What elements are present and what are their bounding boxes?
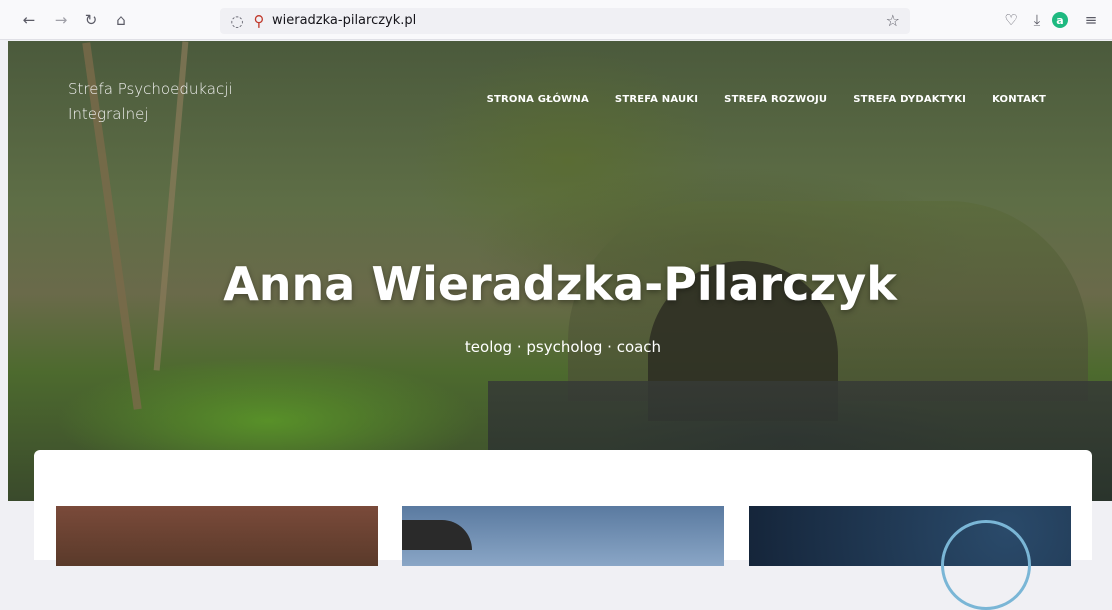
nav-item-science[interactable]: STREFA NAUKI	[615, 94, 698, 105]
browser-toolbar: ← → ↻ ⌂ ◌ ⚲ wieradzka-pilarczyk.pl ☆ ♡ ⤓…	[0, 0, 1112, 40]
account-icon[interactable]: a	[1052, 12, 1068, 28]
forward-arrow-icon[interactable]: →	[50, 9, 72, 31]
url-bar[interactable]: ◌ ⚲ wieradzka-pilarczyk.pl ☆	[220, 8, 910, 34]
site-logo-line1: Strefa Psychoedukacji	[68, 80, 233, 98]
menu-icon[interactable]: ≡	[1080, 9, 1102, 31]
home-icon[interactable]: ⌂	[110, 9, 132, 31]
nav-item-didactics[interactable]: STREFA DYDAKTYKI	[853, 94, 966, 105]
nav-item-contact[interactable]: KONTAKT	[992, 94, 1046, 105]
site-logo-line2: Integralnej	[68, 105, 149, 123]
thumbnail-ring	[941, 520, 1031, 610]
thumbnail-rock	[402, 520, 472, 550]
site-logo[interactable]: Strefa Psychoedukacji Integralnej	[68, 77, 233, 127]
hero-title: Anna Wieradzka-Pilarczyk	[223, 257, 897, 311]
post-thumbnail[interactable]	[402, 506, 724, 566]
shield-icon[interactable]: ◌	[226, 10, 248, 32]
nav-item-development[interactable]: STREFA ROZWOJU	[724, 94, 827, 105]
pocket-icon[interactable]: ♡	[1000, 9, 1022, 31]
nav-item-home[interactable]: STRONA GŁÓWNA	[487, 94, 589, 105]
bookmark-star-icon[interactable]: ☆	[886, 11, 900, 30]
url-text[interactable]: wieradzka-pilarczyk.pl	[272, 13, 416, 28]
hero-subtitle: teolog · psycholog · coach	[464, 338, 662, 356]
back-arrow-icon[interactable]: ←	[18, 9, 40, 31]
post-thumbnail[interactable]	[749, 506, 1071, 610]
hero-section: Strefa Psychoedukacji Integralnej STRONA…	[8, 41, 1112, 501]
reload-icon[interactable]: ↻	[80, 9, 102, 31]
content-card	[34, 450, 1092, 610]
post-thumbnail[interactable]	[56, 506, 378, 566]
download-icon[interactable]: ⤓	[1026, 9, 1048, 31]
permissions-icon[interactable]: ⚲	[248, 10, 270, 32]
main-nav: STRONA GŁÓWNA STREFA NAUKI STREFA ROZWOJ…	[487, 94, 1046, 105]
